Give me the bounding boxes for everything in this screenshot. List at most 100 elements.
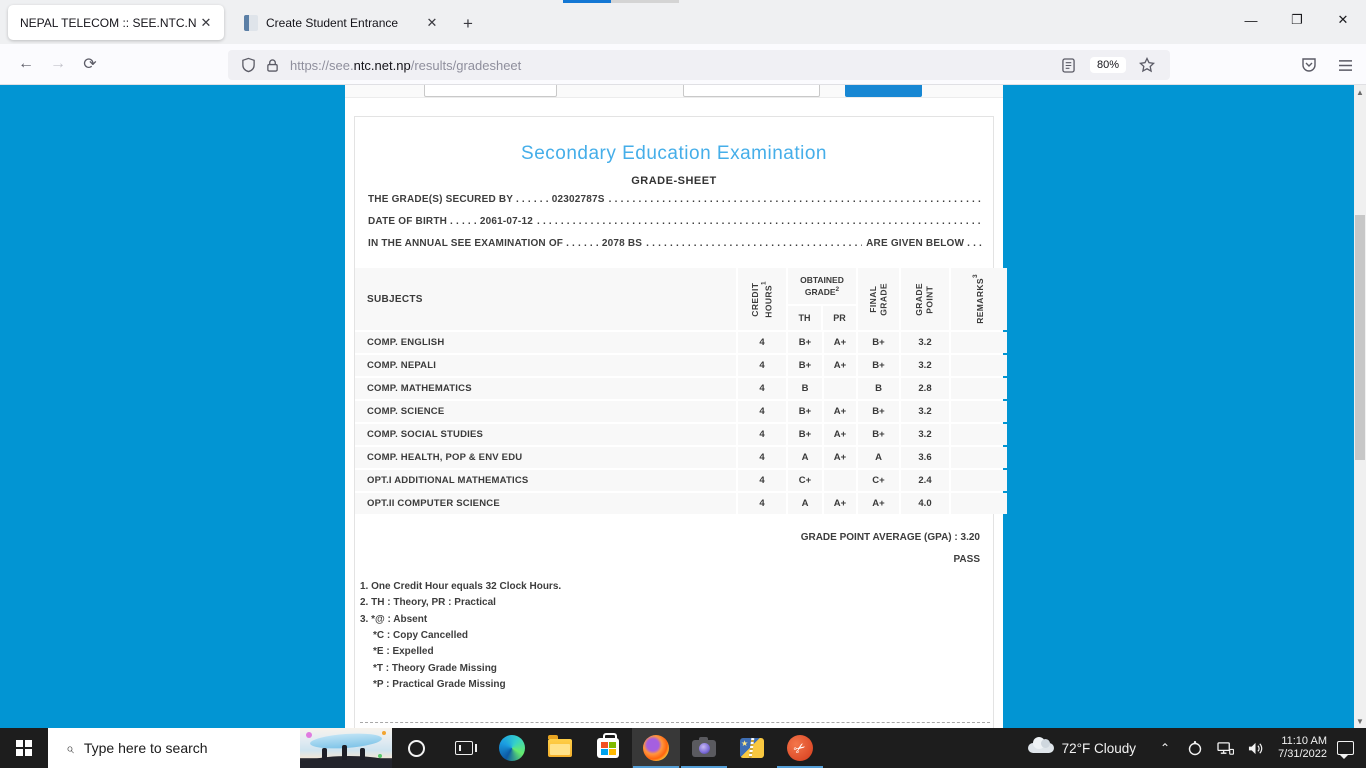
cortana-button[interactable] (392, 728, 440, 768)
table-cell-final: B+ (858, 332, 899, 353)
lock-icon[interactable] (260, 58, 284, 73)
task-view-button[interactable] (440, 728, 488, 768)
table-cell-point: 3.2 (901, 401, 949, 422)
taskbar-store-button[interactable] (584, 728, 632, 768)
weather-text[interactable]: 72°F Cloudy (1062, 741, 1136, 756)
footnote: 3. *@ : Absent (360, 614, 980, 630)
table-row-subject: COMP. MATHEMATICS (355, 378, 736, 399)
minimize-button[interactable]: — (1228, 0, 1274, 40)
search-submit-button[interactable] (845, 85, 922, 97)
reader-mode-icon[interactable] (1054, 58, 1084, 73)
screen: NEPAL TELECOM :: SEE.NTC.NET.NP ✕ Create… (0, 0, 1366, 768)
table-cell-remarks (951, 470, 1007, 491)
table-row-subject: OPT.II COMPUTER SCIENCE (355, 493, 736, 514)
table-cell-final: B+ (858, 424, 899, 445)
table-cell-credit: 4 (738, 447, 786, 468)
table-row-subject: COMP. SCIENCE (355, 401, 736, 422)
tab-nepal-telecom[interactable]: NEPAL TELECOM :: SEE.NTC.NET.NP ✕ (8, 5, 224, 40)
search-highlight-image[interactable] (300, 728, 392, 768)
footnote: *P : Practical Grade Missing (373, 679, 993, 695)
scrollbar-thumb[interactable] (1355, 215, 1365, 460)
page-scrollbar[interactable]: ▲ ▼ (1354, 85, 1366, 728)
table-cell-credit: 4 (738, 355, 786, 376)
table-cell-th: B (788, 378, 822, 399)
edge-icon (499, 735, 525, 761)
gpa-value: GRADE POINT AVERAGE (GPA) : 3.20 (801, 532, 980, 543)
table-cell-th: B+ (788, 332, 822, 353)
table-cell-pr (824, 378, 856, 399)
back-icon[interactable]: ← (10, 50, 42, 78)
footnote: 2. TH : Theory, PR : Practical (360, 597, 980, 613)
search-icon: ⌕ (66, 740, 74, 757)
window-controls: — ❐ ✕ (1228, 0, 1366, 40)
network-icon[interactable] (1213, 741, 1237, 756)
taskbar-file-explorer-button[interactable] (536, 728, 584, 768)
browser-tab-strip: NEPAL TELECOM :: SEE.NTC.NET.NP ✕ Create… (0, 0, 1366, 44)
table-cell-point: 3.6 (901, 447, 949, 468)
footnote: *C : Copy Cancelled (373, 630, 993, 646)
table-cell-remarks (951, 332, 1007, 353)
table-cell-remarks (951, 401, 1007, 422)
firefox-icon (643, 735, 669, 761)
new-tab-button[interactable]: + (456, 12, 480, 36)
search-placeholder: Type here to search (84, 740, 208, 756)
date-of-birth-text: DATE OF BIRTH . . . . . 2061-07-12 (368, 216, 533, 229)
microsoft-store-icon (597, 738, 619, 758)
table-row-subject: OPT.I ADDITIONAL MATHEMATICS (355, 470, 736, 491)
bookmark-star-icon[interactable] (1132, 57, 1162, 73)
taskbar-clock[interactable]: 11:10 AM 7/31/2022 (1278, 735, 1327, 761)
table-cell-credit: 4 (738, 378, 786, 399)
page-viewport: Secondary Education Examination GRADE-SH… (0, 85, 1354, 728)
result-status: PASS (954, 554, 981, 565)
table-cell-point: 3.2 (901, 355, 949, 376)
taskbar-edge-button[interactable] (488, 728, 536, 768)
cortana-icon (408, 740, 425, 757)
student-id-line: THE GRADE(S) SECURED BY . . . . . . 0230… (368, 194, 982, 207)
scroll-up-icon[interactable]: ▲ (1354, 85, 1366, 99)
dashed-divider (360, 722, 990, 723)
reload-icon[interactable]: ⟳ (74, 50, 106, 78)
tray-chevron-up-icon[interactable]: ⌃ (1153, 741, 1177, 755)
scroll-down-icon[interactable]: ▼ (1354, 714, 1366, 728)
tab-close-icon[interactable]: ✕ (196, 13, 216, 33)
col-header-final-grade: FINALGRADE (858, 268, 899, 330)
scissors-app-icon: ✂ (787, 735, 813, 761)
taskbar-camera-button[interactable] (680, 728, 728, 768)
tab-favicon-document-icon (244, 15, 258, 31)
windows-logo-icon (16, 740, 32, 756)
start-button[interactable] (0, 728, 48, 768)
page-content-column: Secondary Education Examination GRADE-SH… (345, 85, 1003, 728)
url-bar[interactable]: https://see.ntc.net.np/results/gradeshee… (228, 50, 1170, 80)
tab-create-student-entrance[interactable]: Create Student Entrance ✕ (234, 5, 448, 40)
close-button[interactable]: ✕ (1320, 0, 1366, 40)
zoom-level-button[interactable]: 80% (1090, 57, 1126, 73)
pocket-icon[interactable] (1294, 50, 1324, 80)
winzip-icon (740, 738, 764, 758)
symbol-number-input[interactable] (424, 85, 557, 97)
menu-hamburger-icon[interactable] (1330, 50, 1360, 80)
table-cell-pr: A+ (824, 355, 856, 376)
grades-table: SUBJECTS CREDITHOURS1 OBTAINEDGRADE2 TH … (355, 268, 995, 514)
table-cell-credit: 4 (738, 401, 786, 422)
gradesheet-subtitle: GRADE-SHEET (355, 175, 993, 187)
table-cell-pr: A+ (824, 332, 856, 353)
col-header-obtained-grade: OBTAINEDGRADE2 TH PR (788, 268, 856, 330)
taskbar-search-input[interactable]: ⌕ Type here to search (48, 728, 392, 768)
dot-fill: . . . . . . . . . . . . . . . . . . . . … (609, 194, 982, 207)
col-header-remarks: REMARKS3 (951, 268, 1007, 330)
date-of-birth-line: DATE OF BIRTH . . . . . 2061-07-12 . . .… (368, 216, 982, 229)
dot-fill: . . . . . . . . . . . . . . . . . . . . … (646, 238, 862, 251)
volume-icon[interactable] (1243, 741, 1267, 756)
date-of-birth-input[interactable] (683, 85, 820, 97)
restore-button[interactable]: ❐ (1274, 0, 1320, 40)
search-form-strip (345, 85, 1003, 98)
shield-icon[interactable] (236, 57, 260, 73)
taskbar-screen-recorder-button[interactable]: ✂ (776, 728, 824, 768)
tab-close-icon[interactable]: ✕ (422, 13, 442, 33)
taskbar-firefox-button[interactable] (632, 728, 680, 768)
table-cell-remarks (951, 378, 1007, 399)
taskbar-winzip-button[interactable] (728, 728, 776, 768)
meet-now-icon[interactable] (1183, 740, 1207, 756)
system-tray: 72°F Cloudy ⌃ 11:10 AM 7/31/2022 (1028, 728, 1366, 768)
action-center-icon[interactable] (1337, 741, 1354, 755)
